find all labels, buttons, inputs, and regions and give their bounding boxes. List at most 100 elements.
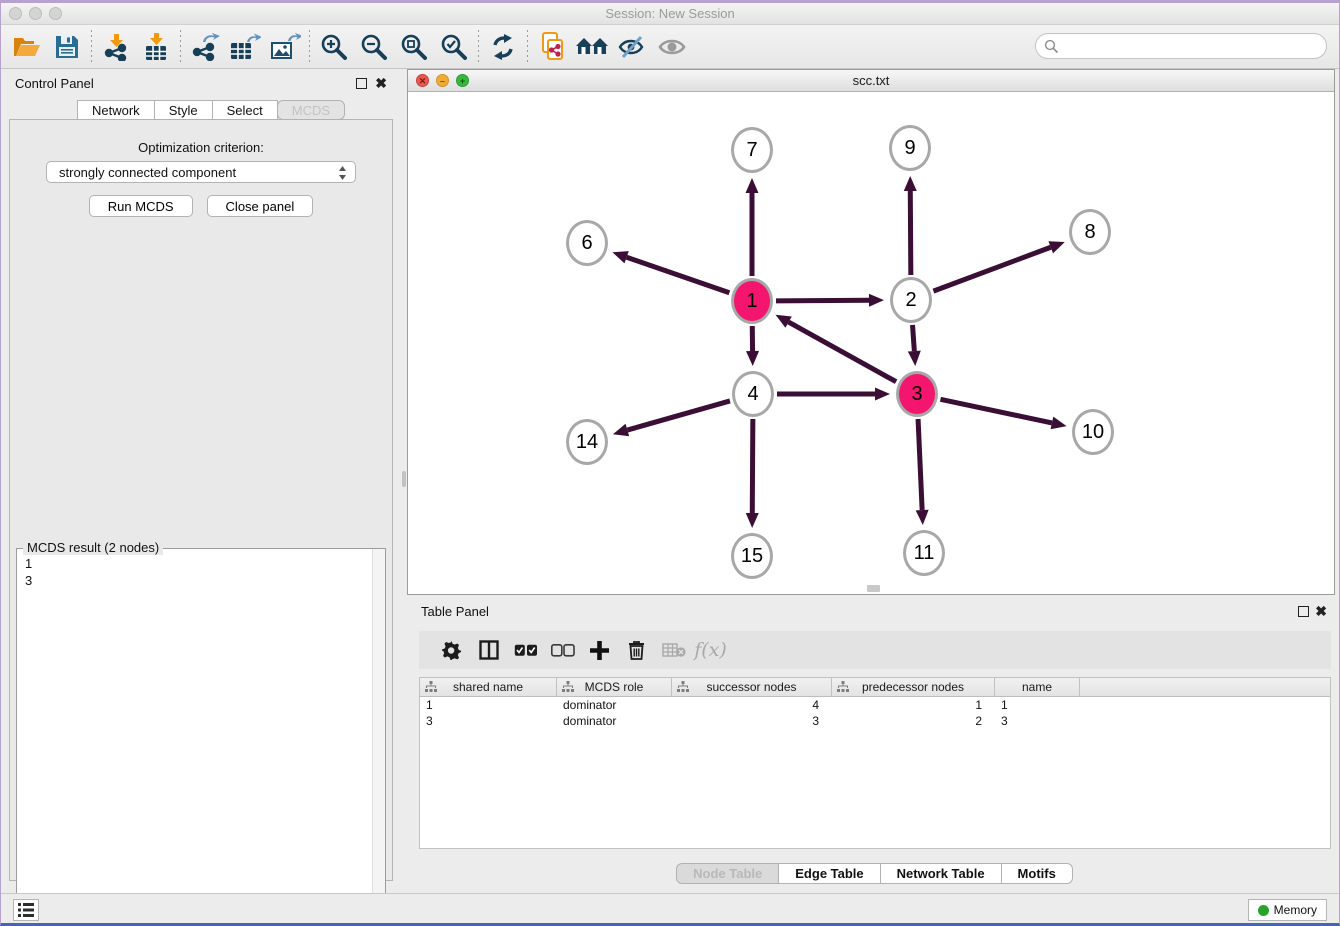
graph-edge-4-15[interactable] <box>752 419 753 513</box>
result-scrollbar[interactable] <box>372 549 385 919</box>
first-neighbors-button[interactable] <box>572 29 612 65</box>
graph-edge-2-9[interactable] <box>910 191 911 275</box>
graph-node-1[interactable]: 1 <box>731 278 773 324</box>
zoom-in-button[interactable] <box>314 29 354 65</box>
hide-selected-button[interactable] <box>612 29 652 65</box>
table-row[interactable]: 1dominator411 <box>420 697 1330 713</box>
table-cell[interactable]: dominator <box>557 713 672 729</box>
graph-edge-3-10[interactable] <box>940 399 1051 423</box>
delete-column-button[interactable] <box>618 635 655 665</box>
graph-edge-1-6[interactable] <box>627 257 730 292</box>
graph-node-10[interactable]: 10 <box>1072 409 1114 455</box>
zoom-fit-icon <box>400 33 428 61</box>
graph-edge-2-8[interactable] <box>933 247 1050 291</box>
table-cell[interactable]: 3 <box>420 713 557 729</box>
column-header-shared-name[interactable]: shared name <box>420 678 557 696</box>
tab-motifs[interactable]: Motifs <box>1001 863 1073 884</box>
column-header-predecessor-nodes[interactable]: predecessor nodes <box>832 678 995 696</box>
export-image-button[interactable] <box>265 29 305 65</box>
graph-edge-4-14[interactable] <box>627 401 730 430</box>
graph-edge-3-1[interactable] <box>789 322 897 382</box>
tab-select[interactable]: Select <box>212 100 278 120</box>
table-cell[interactable]: 4 <box>672 697 832 713</box>
import-network-button[interactable] <box>96 29 136 65</box>
table-cell[interactable]: 1 <box>995 697 1080 713</box>
network-canvas[interactable]: 1 2 3 4 6 7 8 9 10 11 14 15 <box>408 92 1334 594</box>
table-cell[interactable]: dominator <box>557 697 672 713</box>
control-panel-title: Control Panel <box>15 76 94 91</box>
graph-node-8[interactable]: 8 <box>1069 209 1111 255</box>
open-session-button[interactable] <box>7 29 47 65</box>
memory-button[interactable]: Memory <box>1248 899 1327 921</box>
search-field[interactable] <box>1059 39 1326 53</box>
graph-node-9[interactable]: 9 <box>889 125 931 171</box>
houses-icon <box>575 34 609 60</box>
table-settings-button[interactable] <box>433 635 470 665</box>
save-session-button[interactable] <box>47 29 87 65</box>
tab-edge-table[interactable]: Edge Table <box>778 863 880 884</box>
function-builder-button[interactable]: f(x) <box>692 635 729 665</box>
table-tabs: Node Table Edge Table Network Table Moti… <box>407 863 1340 884</box>
deselect-all-button[interactable] <box>544 635 581 665</box>
table-panel-close-button[interactable]: ✖ <box>1315 603 1327 620</box>
zoom-out-button[interactable] <box>354 29 394 65</box>
zoom-selected-button[interactable] <box>434 29 474 65</box>
column-header-label: successor nodes <box>706 680 796 694</box>
tab-node-table[interactable]: Node Table <box>676 863 779 884</box>
show-all-button[interactable] <box>652 29 692 65</box>
column-header-label: predecessor nodes <box>862 680 964 694</box>
column-header-MCDS-role[interactable]: MCDS role <box>557 678 672 696</box>
graph-node-11[interactable]: 11 <box>903 530 945 576</box>
graph-node-4[interactable]: 4 <box>732 371 774 417</box>
import-network-icon <box>102 33 130 61</box>
refresh-button[interactable] <box>483 29 523 65</box>
column-header-successor-nodes[interactable]: successor nodes <box>672 678 832 696</box>
run-mcds-button[interactable]: Run MCDS <box>89 195 193 217</box>
horizontal-splitter-grip[interactable] <box>867 585 880 592</box>
column-header-name[interactable]: name <box>995 678 1080 696</box>
close-panel-button[interactable]: Close panel <box>207 195 314 217</box>
export-network-button[interactable] <box>185 29 225 65</box>
graph-edge-arrowhead <box>904 176 917 191</box>
table-split-view-button[interactable] <box>470 635 507 665</box>
tab-mcds[interactable]: MCDS <box>277 100 345 120</box>
tab-network-table[interactable]: Network Table <box>880 863 1002 884</box>
delete-table-button[interactable] <box>655 635 692 665</box>
graph-edge-3-11[interactable] <box>918 419 922 510</box>
tab-network[interactable]: Network <box>77 100 155 120</box>
search-input[interactable] <box>1035 33 1327 59</box>
table-cell[interactable]: 1 <box>420 697 557 713</box>
add-column-button[interactable] <box>581 635 618 665</box>
graph-node-3[interactable]: 3 <box>896 371 938 417</box>
control-panel-close-button[interactable]: ✖ <box>375 75 387 92</box>
table-cell[interactable]: 3 <box>672 713 832 729</box>
new-network-from-selection-button[interactable] <box>532 29 572 65</box>
graph-node-14[interactable]: 14 <box>566 419 608 465</box>
graph-edge-1-2[interactable] <box>776 300 869 301</box>
import-table-button[interactable] <box>136 29 176 65</box>
network-frame-titlebar[interactable]: ✕ – + scc.txt <box>408 70 1334 92</box>
select-all-button[interactable] <box>507 635 544 665</box>
splitter-grip[interactable] <box>402 471 406 487</box>
zoom-fit-button[interactable] <box>394 29 434 65</box>
graph-node-6[interactable]: 6 <box>566 220 608 266</box>
tab-style[interactable]: Style <box>154 100 213 120</box>
optimization-criterion-select[interactable]: strongly connected component <box>46 161 356 183</box>
table-panel: Table Panel ✖ <box>407 597 1340 893</box>
task-history-button[interactable] <box>13 899 39 921</box>
table-cell[interactable]: 3 <box>995 713 1080 729</box>
optimization-criterion-value: strongly connected component <box>59 165 236 180</box>
mcds-panel: Optimization criterion: strongly connect… <box>9 119 393 881</box>
table-cell[interactable]: 2 <box>832 713 995 729</box>
graph-node-7[interactable]: 7 <box>731 127 773 173</box>
graph-node-2[interactable]: 2 <box>890 277 932 323</box>
table-row[interactable]: 3dominator323 <box>420 713 1330 729</box>
graph-edge-2-3[interactable] <box>913 325 915 351</box>
table-cell[interactable]: 1 <box>832 697 995 713</box>
table-panel-float-button[interactable] <box>1298 606 1309 617</box>
column-type-icon <box>562 681 574 693</box>
column-type-icon <box>837 681 849 693</box>
control-panel-float-button[interactable] <box>356 78 367 89</box>
graph-node-15[interactable]: 15 <box>731 533 773 579</box>
export-table-button[interactable] <box>225 29 265 65</box>
